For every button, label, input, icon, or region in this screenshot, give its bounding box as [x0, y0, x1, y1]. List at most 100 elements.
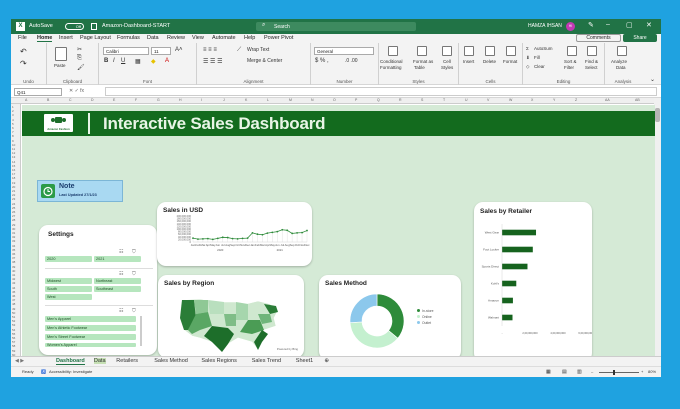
tab-insert[interactable]: Insert	[59, 35, 73, 41]
zoom-out-icon[interactable]: –	[591, 369, 593, 374]
find-select-icon[interactable]	[587, 46, 597, 56]
accessibility-icon[interactable]: ♿	[41, 369, 46, 374]
sheet-tab-sales-regions[interactable]: Sales Regions	[201, 358, 236, 364]
conditional-formatting-icon[interactable]	[388, 46, 398, 56]
sheet-tab-retailers[interactable]: Retailers	[116, 358, 138, 364]
bold-icon[interactable]: B	[104, 58, 108, 64]
slicer-year-2021[interactable]: 2021	[94, 256, 141, 262]
fill-icon[interactable]: ⬇	[526, 55, 530, 61]
underline-icon[interactable]: U	[121, 58, 125, 64]
slicer-region-southeast[interactable]: Southeast	[94, 286, 141, 292]
minimize-icon[interactable]: –	[606, 21, 610, 28]
zoom-in-icon[interactable]: +	[641, 369, 643, 374]
add-sheet-icon[interactable]: ⊕	[324, 358, 329, 364]
region-multi-select-icon[interactable]: ☷	[119, 271, 123, 277]
slicer-product-mens-athletic-footwear[interactable]: Men's Athletic Footwear	[45, 325, 136, 331]
column-header-c[interactable]: C	[69, 98, 72, 102]
tab-help[interactable]: Help	[244, 35, 255, 41]
paste-icon[interactable]	[55, 47, 67, 61]
column-header-v[interactable]: V	[487, 98, 489, 102]
delete-cells-icon[interactable]	[485, 46, 495, 56]
column-header-a[interactable]: A	[25, 98, 27, 102]
column-header-x[interactable]: X	[531, 98, 533, 102]
sheet-tab-sales-method[interactable]: Sales Method	[154, 358, 188, 364]
page-break-view-icon[interactable]: ▥	[577, 369, 582, 375]
tab-view[interactable]: View	[192, 35, 204, 41]
clear-icon[interactable]: ◇	[526, 64, 529, 70]
column-header-j[interactable]: J	[223, 98, 225, 102]
column-header-r[interactable]: R	[399, 98, 402, 102]
autosum-button[interactable]: AutoSum	[534, 46, 553, 51]
column-header-l[interactable]: L	[267, 98, 269, 102]
page-layout-view-icon[interactable]: ▤	[562, 369, 567, 375]
column-header-n[interactable]: N	[311, 98, 314, 102]
clear-filter-icon[interactable]: ⛉	[132, 249, 136, 255]
analyze-data-icon[interactable]	[617, 46, 627, 56]
align-top-icon[interactable]: ≡ ≡ ≡	[203, 47, 217, 53]
tab-scroll-icon[interactable]: ◀ ▶	[15, 358, 24, 364]
column-header-o[interactable]: O	[333, 98, 336, 102]
clear-button[interactable]: Clear	[534, 64, 545, 69]
column-header-e[interactable]: E	[113, 98, 115, 102]
cut-icon[interactable]: ✂	[77, 46, 82, 53]
column-header-q[interactable]: Q	[377, 98, 380, 102]
product-clear-filter-icon[interactable]: ⛉	[132, 308, 136, 314]
column-header-ab[interactable]: AB	[635, 98, 640, 102]
region-clear-filter-icon[interactable]: ⛉	[132, 271, 136, 277]
zoom-slider-thumb[interactable]	[613, 370, 615, 375]
comments-button[interactable]: Comments	[576, 34, 621, 42]
sheet-tab-sheet1[interactable]: Sheet1	[296, 358, 313, 364]
slicer-region-south[interactable]: South	[45, 286, 92, 292]
format-cells-icon[interactable]	[506, 46, 516, 56]
formula-input[interactable]	[105, 87, 657, 96]
paste-label[interactable]: Paste	[54, 63, 66, 68]
tab-formulas[interactable]: Formulas	[117, 35, 140, 41]
slicer-region-midwest[interactable]: Midwest	[45, 278, 92, 284]
autosave-toggle[interactable]: Off	[65, 23, 84, 30]
column-header-w[interactable]: W	[509, 98, 512, 102]
font-color-icon[interactable]: A	[165, 58, 169, 64]
tab-file[interactable]: File	[18, 35, 27, 41]
fill-button[interactable]: Fill	[534, 55, 540, 60]
find-select-button[interactable]: Find &	[585, 59, 598, 64]
tab-page-layout[interactable]: Page Layout	[80, 35, 111, 41]
column-header-z[interactable]: Z	[575, 98, 577, 102]
slicer-product-mens-apparel[interactable]: Men's Apparel	[45, 316, 136, 322]
decimal-icon[interactable]: .0 .00	[345, 58, 358, 64]
sheet-tab-sales-trend[interactable]: Sales Trend	[252, 358, 281, 364]
italic-icon[interactable]: I	[113, 58, 115, 64]
cell-styles-button[interactable]: Cell	[443, 59, 451, 64]
delete-cells-button[interactable]: Delete	[483, 59, 496, 64]
format-cells-button[interactable]: Format	[503, 59, 517, 64]
column-header-m[interactable]: M	[289, 98, 292, 102]
share-button[interactable]: Share	[623, 34, 657, 42]
sheet-tab-dashboard[interactable]: Dashboard	[56, 358, 85, 365]
tab-power-pivot[interactable]: Power Pivot	[264, 35, 293, 41]
format-painter-icon[interactable]: 🖌	[77, 64, 85, 71]
slicer-region-west[interactable]: West	[45, 294, 92, 300]
column-header-p[interactable]: P	[355, 98, 357, 102]
avatar[interactable]: HI	[566, 22, 575, 31]
collapse-ribbon-icon[interactable]: ⌄	[650, 76, 655, 83]
font-size-select[interactable]: 11	[151, 47, 171, 55]
column-header-i[interactable]: I	[201, 98, 202, 102]
tab-data[interactable]: Data	[147, 35, 159, 41]
copy-icon[interactable]: ⎘	[77, 55, 82, 62]
vertical-scrollbar[interactable]	[654, 98, 661, 356]
slicer-scrollbar[interactable]	[140, 316, 142, 346]
multi-select-icon[interactable]: ☷	[119, 249, 123, 255]
conditional-formatting-button[interactable]: Conditional	[380, 59, 403, 64]
undo-icon[interactable]: ↶	[20, 47, 27, 56]
tab-automate[interactable]: Automate	[212, 35, 236, 41]
sort-filter-button[interactable]: Sort &	[564, 59, 577, 64]
slicer-product-mens-street-footwear[interactable]: Men's Street Footwear	[45, 334, 136, 340]
restore-icon[interactable]: ▢	[626, 21, 633, 29]
redo-icon[interactable]: ↷	[20, 59, 27, 68]
column-header-s[interactable]: S	[421, 98, 423, 102]
column-header-aa[interactable]: AA	[605, 98, 610, 102]
search-box[interactable]: ⌕ Search	[256, 22, 416, 31]
product-multi-select-icon[interactable]: ☷	[119, 308, 123, 314]
orientation-icon[interactable]: ⟋	[237, 47, 241, 54]
sheet-tab-data[interactable]: Data	[93, 358, 106, 364]
wrap-text-button[interactable]: Wrap Text	[247, 47, 269, 53]
